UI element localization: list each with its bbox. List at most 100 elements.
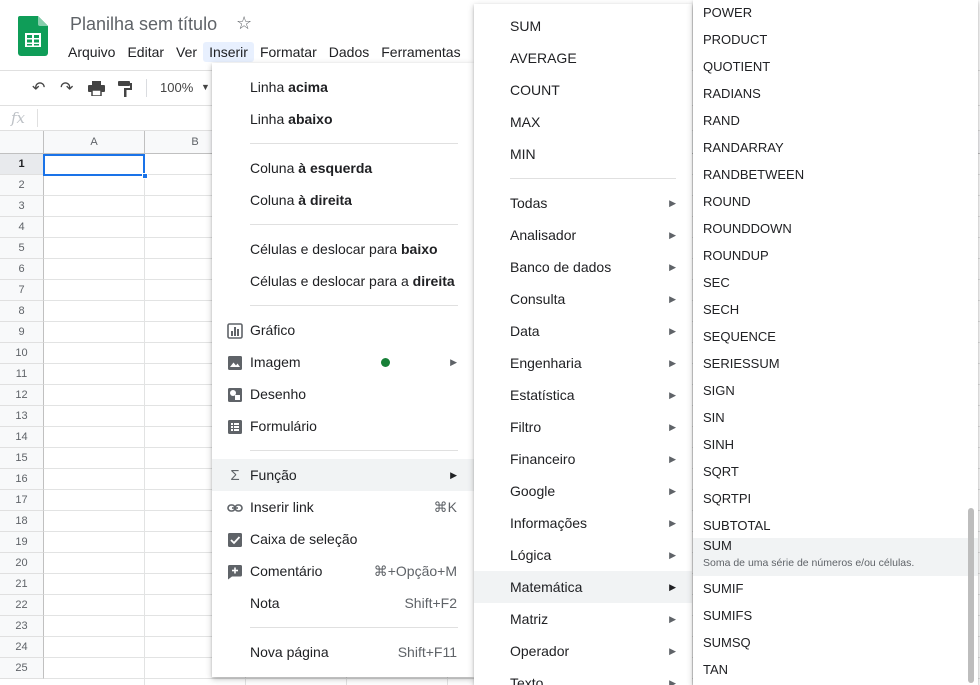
function-category-item[interactable]: Financeiro ▶ [474, 443, 692, 475]
function-category-item[interactable]: Todas ▶ [474, 187, 692, 219]
menu-editar[interactable]: Editar [121, 42, 170, 62]
menu-item-cells-right[interactable]: Células e deslocar para a direita [212, 265, 474, 297]
math-function-item[interactable]: ROUNDUP [693, 243, 978, 270]
menu-item-new-sheet[interactable]: Nova página Shift+F11 [212, 636, 474, 668]
function-item-min[interactable]: MIN [474, 138, 692, 170]
zoom-select[interactable]: 100% [160, 80, 193, 95]
function-category-item[interactable]: Data ▶ [474, 315, 692, 347]
print-icon[interactable] [88, 81, 105, 96]
row-header[interactable]: 21 [0, 574, 44, 595]
function-category-item[interactable]: Texto ▶ [474, 667, 692, 685]
menu-item-note[interactable]: Nota Shift+F2 [212, 587, 474, 619]
math-function-item[interactable]: TAN [693, 657, 978, 684]
menu-item-row-above[interactable]: Linha acima [212, 71, 474, 103]
function-category-item[interactable]: Informações ▶ [474, 507, 692, 539]
math-function-item[interactable]: SUMSQ [693, 630, 978, 657]
function-item-average[interactable]: AVERAGE [474, 42, 692, 74]
menu-inserir[interactable]: Inserir [203, 42, 254, 62]
menu-item-insert-link[interactable]: Inserir link ⌘K [212, 491, 474, 523]
menu-item-function[interactable]: Σ Função ▶ [212, 459, 474, 491]
row-header[interactable]: 17 [0, 490, 44, 511]
math-function-item[interactable]: SERIESSUM [693, 351, 978, 378]
row-header[interactable]: 4 [0, 217, 44, 238]
function-item-max[interactable]: MAX [474, 106, 692, 138]
row-header[interactable]: 5 [0, 238, 44, 259]
menu-item-col-left[interactable]: Coluna à esquerda [212, 152, 474, 184]
function-category-item[interactable]: Google ▶ [474, 475, 692, 507]
row-header[interactable]: 2 [0, 175, 44, 196]
math-function-item[interactable]: ROUND [693, 189, 978, 216]
row-header[interactable]: 20 [0, 553, 44, 574]
row-header[interactable]: 25 [0, 658, 44, 679]
math-function-item[interactable]: SINH [693, 432, 978, 459]
math-function-item[interactable]: RAND [693, 108, 978, 135]
menu-arquivo[interactable]: Arquivo [62, 42, 121, 62]
menu-formatar[interactable]: Formatar [254, 42, 323, 62]
function-category-item[interactable]: Matriz ▶ [474, 603, 692, 635]
menu-dados[interactable]: Dados [323, 42, 375, 62]
selected-cell-a1[interactable] [43, 154, 145, 176]
math-function-item[interactable]: SQRTPI [693, 486, 978, 513]
row-header[interactable]: 11 [0, 364, 44, 385]
row-header[interactable]: 7 [0, 280, 44, 301]
function-category-item[interactable]: Matemática ▶ [474, 571, 692, 603]
function-category-item[interactable]: Engenharia ▶ [474, 347, 692, 379]
row-header[interactable]: 16 [0, 469, 44, 490]
math-menu-scrollbar[interactable] [968, 508, 974, 683]
star-icon[interactable]: ☆ [236, 13, 252, 34]
math-function-item[interactable]: SUBTOTAL [693, 513, 978, 540]
row-header[interactable]: 13 [0, 406, 44, 427]
math-function-item[interactable]: POWER [693, 0, 978, 27]
menu-item-image[interactable]: Imagem ▶ [212, 346, 474, 378]
menu-item-comment[interactable]: Comentário ⌘+Opção+M [212, 555, 474, 587]
math-function-item[interactable]: SUMIF [693, 576, 978, 603]
math-function-item[interactable]: SEQUENCE [693, 324, 978, 351]
row-header[interactable]: 9 [0, 322, 44, 343]
function-item-count[interactable]: COUNT [474, 74, 692, 106]
menu-item-row-below[interactable]: Linha abaixo [212, 103, 474, 135]
math-function-item[interactable]: SIN [693, 405, 978, 432]
menu-item-checkbox[interactable]: Caixa de seleção [212, 523, 474, 555]
math-function-item[interactable]: SEC [693, 270, 978, 297]
function-category-item[interactable]: Estatística ▶ [474, 379, 692, 411]
sheets-logo-icon[interactable] [18, 16, 48, 56]
grid-corner[interactable] [0, 131, 44, 154]
row-header[interactable]: 22 [0, 595, 44, 616]
row-header[interactable]: 15 [0, 448, 44, 469]
row-header[interactable]: 12 [0, 385, 44, 406]
row-header[interactable]: 14 [0, 427, 44, 448]
row-header[interactable]: 23 [0, 616, 44, 637]
row-header[interactable]: 19 [0, 532, 44, 553]
menu-item-drawing[interactable]: Desenho [212, 378, 474, 410]
row-header[interactable]: 6 [0, 259, 44, 280]
row-header[interactable]: 8 [0, 301, 44, 322]
math-function-item[interactable]: RADIANS [693, 81, 978, 108]
math-function-item[interactable]: ROUNDDOWN [693, 216, 978, 243]
fill-handle[interactable] [142, 173, 148, 179]
document-title[interactable]: Planilha sem título [70, 14, 217, 35]
row-header[interactable]: 3 [0, 196, 44, 217]
math-function-item[interactable]: SQRT [693, 459, 978, 486]
row-header[interactable]: 1 [0, 154, 44, 175]
menu-item-chart[interactable]: Gráfico [212, 314, 474, 346]
math-item-sum-highlighted[interactable]: SUM Soma de uma série de números e/ou cé… [693, 538, 978, 576]
menu-item-col-right[interactable]: Coluna à direita [212, 184, 474, 216]
menu-item-form[interactable]: Formulário [212, 410, 474, 442]
function-category-item[interactable]: Analisador ▶ [474, 219, 692, 251]
function-category-item[interactable]: Filtro ▶ [474, 411, 692, 443]
math-function-item[interactable]: RANDBETWEEN [693, 162, 978, 189]
function-category-item[interactable]: Lógica ▶ [474, 539, 692, 571]
paint-format-icon[interactable] [118, 81, 132, 97]
zoom-chevron-down-icon[interactable]: ▼ [201, 82, 210, 92]
math-function-item[interactable]: QUOTIENT [693, 54, 978, 81]
math-function-item[interactable]: RANDARRAY [693, 135, 978, 162]
function-item-sum[interactable]: SUM [474, 10, 692, 42]
function-category-item[interactable]: Operador ▶ [474, 635, 692, 667]
redo-icon[interactable]: ↷ [60, 78, 73, 98]
row-header[interactable]: 18 [0, 511, 44, 532]
row-header[interactable]: 24 [0, 637, 44, 658]
menu-ferramentas[interactable]: Ferramentas [375, 42, 466, 62]
math-function-item[interactable]: SIGN [693, 378, 978, 405]
math-function-item[interactable]: SECH [693, 297, 978, 324]
undo-icon[interactable]: ↶ [32, 78, 45, 98]
